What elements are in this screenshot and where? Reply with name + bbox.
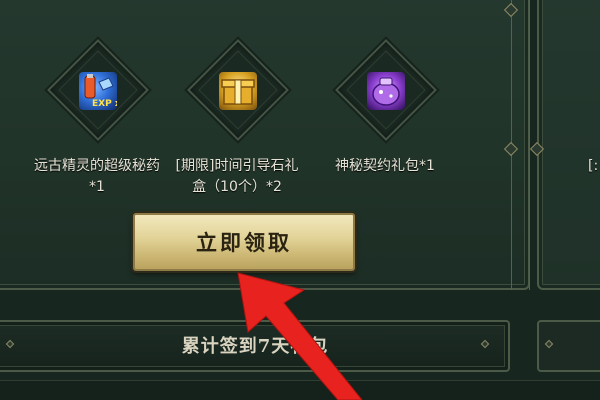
golden-treasure-box-icon[interactable] (219, 72, 257, 110)
next-reward-name-partial: [: (588, 158, 599, 174)
adjacent-reward-panel (537, 0, 600, 290)
reward-item-name: 神秘契约礼包*1 (335, 158, 435, 174)
claim-now-button[interactable]: 立即领取 (133, 213, 355, 271)
reward-item-name: [期限]时间引导石礼盒（10个）*2 (175, 158, 299, 195)
game-screen: EXP x3 远古精灵的超级秘药*1 [期限]时间引导石礼盒（10个）*2 神秘… (0, 0, 600, 400)
cumulative-signin-title: 累计签到7天礼包 (181, 336, 329, 357)
lower-panel-edge (0, 380, 600, 400)
purple-gift-pouch-icon[interactable] (367, 72, 405, 110)
panel-divider (529, 0, 530, 290)
potion-vial-icon[interactable]: EXP x3 (79, 72, 127, 110)
claim-button-label: 立即领取 (196, 230, 292, 255)
exp-badge: EXP x3 (92, 99, 117, 109)
reward-item-name: 远古精灵的超级秘药*1 (34, 158, 160, 195)
